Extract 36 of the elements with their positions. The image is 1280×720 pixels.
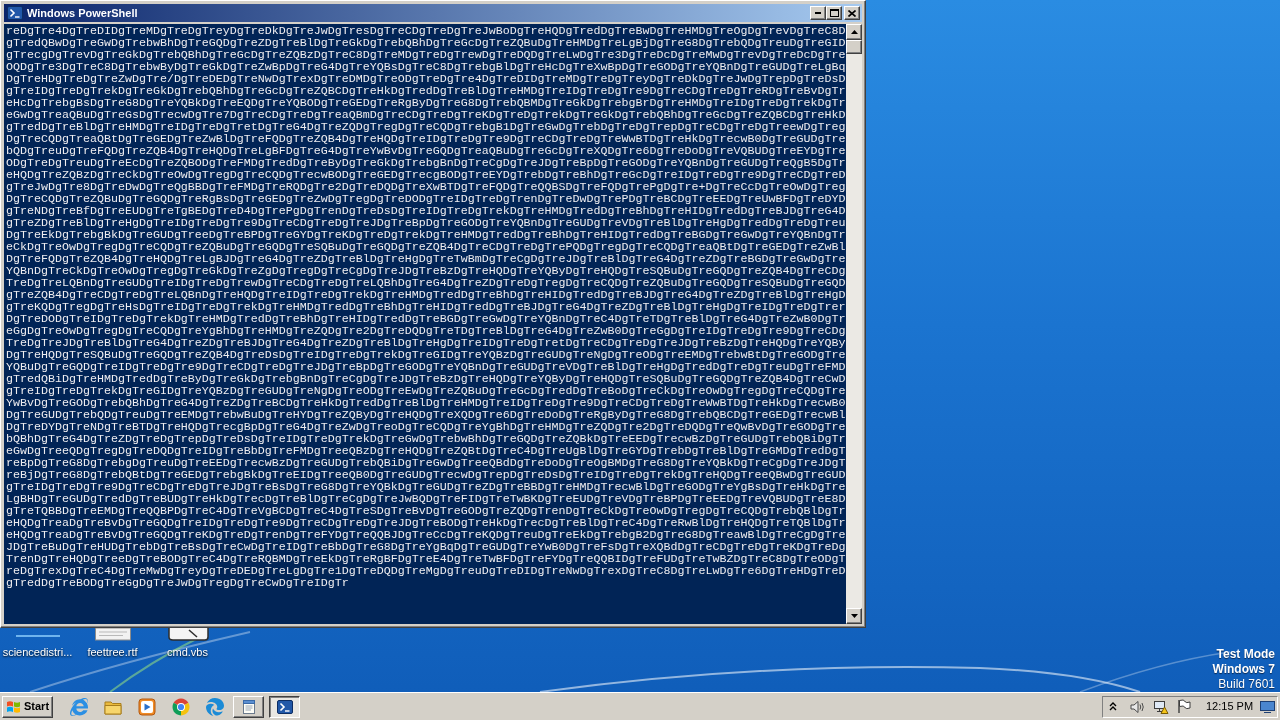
terminal-icon xyxy=(276,699,293,714)
monitor-icon[interactable] xyxy=(1260,700,1275,713)
console-output: reDgTre4DgTreDIDgTreMDgTreDgTreyDgTreDkDgTreJwDgTresDgTreCDgTreDgTreJwBoDgTreHQDgTredDgTreBwDgTreHMDgTreOgDgTrevDgTreC8D gTredQBwDgTreGwDgTrebwBhDgTreGQDgTreZDgTreBlDgTreGkDgTrebQBhDgTreGcDgTreZQBuDgTreHMDgTreLgBjDgTreG8DgTrebQDgTreuDgTreGID gTrecgDgTrevDgTreGkDgTrebQBhDgTreGcDgTreZQBzDgTreC8DgTreMDgTreDgTrewDgTreDQDgTreLwDgTre3DgTreDcDgTreMwDgTrevDgTreDcDgTre OQDgTre3DgTreC8DgTrebwByDgTreGkDgTreZwBpDgTreG4DgTreYQBsDgTreC8DgTrebgBlDgTreHcDgTreXwBpDgTreGODgTreYQBnDgTreGUDgTreLgBq DgTreHDgTreDgTreZwDgTre/DgTreDEDgTreNwDgTrexDgTreDMDgTreODgTreDgTre4DgTreDIDgTreMDgTreDgTreyDgTreDkDgTreJwDgTrepDgTreDsD gTreIDgTreDgTrekDgTreGkDgTrebQBhDgTreGcDgTreZQBCDgTreHkDgTredDgTreBlDgTreHMDgTreIDgTreDgTre9DgTreCDgTreDgTreRDgTreBvDgTr eHcDgTrebgBsDgTreG8DgTreYQBkDgTreEQDgTreYQBODgTreGEDgTreRgByDgTreG8DgTrebQBMDgTreGkDgTrebgBrDgTreHMDgTreIDgTreDgTrekDgTr eGwDgTreaQBuDgTreGsDgTrecwDgTre7DgTreCDgTreDgTreaQBmDgTreCDgTreDgTreKDgTreDgTrekDgTreGkDgTrebQBhDgTreGcDgTreZQBCDgTreHkD gTredDgTreBlDgTreHMDgTreIDgTreDgTretDgTreG4DgTreZQDgTregDgTreCQDgTrebgB1DgTreGwDgTrebDgTreDgTrepDgTreCDgTreDgTreewDgTreg DgTreCQDgTreaQBtDgTreGEDgTreZwBlDgTreFQDgTreZQB4DgTreHQDgTreIDgTreDgTre9DgTreCDgTreDgTreWwBTDgTreHkDgTrecwB0DgTreGUDgTre bQDgTreuDgTreFQDgTreZQB4DgTreHQDgTreLgBFDgTreG4DgTreYwBvDgTreGQDgTreaQBuDgTreGcDgTreXQDgTre6DgTreDoDgTreVQBUDgTreEYDgTre ODgTreDgTreuDgTreEcDgTreZQBODgTreFMDgTredDgTreByDgTreGkDgTrebgBnDgTreCgDgTreJDgTreBpDgTreGODgTreYQBnDgTreGUDgTreQgB5DgTr eHQDgTreZQBzDgTreCkDgTreOwDgTregDgTreCQDgTrecwBODgTreGEDgTrecgBODgTreEYDgTrebDgTreBhDgTreGcDgTreIDgTreDgTre9DgTreCDgTreD gTreJwDgTre8DgTreDwDgTreQgBBDgTreFMDgTreRQDgTre2DgTreDQDgTreXwBTDgTreFQDgTreQQBSDgTreFQDgTrePgDgTre+DgTreCcDgTreOwDgTreg DgTreCQDgTreZQBuDgTreGQDgTreRgBsDgTreGEDgTreZwDgTregDgTreDODgTreIDgTreDgTrenDgTreDwDgTrePDgTreBCDgTreEEDgTreUwBFDgTreDYD gTreNDgTreBfDgTreEUDgTreTgBEDgTreD4DgTrePgDgTrenDgTreDsDgTreIDgTreDgTrekDgTreHMDgTredDgTreBhDgTreHIDgTredDgTreBJDgTreG4D gTreZDgTreBlDgTreHgDgTreIDgTreDgTre9DgTreCDgTreDgTreJDgTreBpDgTreGODgTreYQBnDgTreGUDgTreVDgTreBlDgTreHgDgTredDgTreDgTreu DgTreEkDgTrebgBkDgTreGUDgTreeDgTreBPDgTreGYDgTreKDgTreDgTrekDgTreHMDgTredDgTreBhDgTreHIDgTredDgTreBGDgTreGwDgTreYQBnDgTr eCkDgTreOwDgTregDgTreCQDgTreZQBuDgTreGQDgTreSQBuDgTreGQDgTreZQB4DgTreCDgTreDgTrePQDgTregDgTreCQDgTreaQBtDgTreGEDgTreZwBl DgTreFQDgTreZQB4DgTreHQDgTreLgBJDgTreG4DgTreZDgTreBlDgTreHgDgTreTwBmDgTreCgDgTreJDgTreBlDgTreG4DgTreZDgTreBGDgTreGwDgTre YQBnDgTreCkDgTreOwDgTregDgTreGkDgTreZgDgTregDgTreCgDgTreJDgTreBzDgTreHQDgTreYQByDgTreHQDgTreSQBuDgTreGQDgTreZQB4DgTreCDg TreDgTreLQBnDgTreGUDgTreIDgTreDgTrewDgTreCDgTreDgTreLQBhDgTreG4DgTreZDgTreDgTregDgTreCQDgTreZQBuDgTreGQDgTreSQBuDgTreGQD gTreZQB4DgTreCDgTreDgTreLQBnDgTreHQDgTreIDgTreDgTrekDgTreHMDgTredDgTreBhDgTreHIDgTredDgTreBJDgTreG4DgTreZDgTreBlDgTreHgD gTreKQDgTregDgTreHsDgTreIDgTreDgTrekDgTreHMDgTredDgTreBhDgTreHIDgTredDgTreBJDgTreG4DgTreZDgTreBlDgTreHgDgTreIDgTreDgTrer DgTreDODgTreIDgTreDgTrekDgTreHMDgTredDgTreBhDgTreHIDgTredDgTreBGDgTreGwDgTreYQBnDgTreC4DgTreTDgTreBlDgTreG4DgTreZwB0DgTr eGgDgTreOwDgTregDgTreCQDgTreYgBhDgTreHMDgTreZQDgTre2DgTreDQDgTreTDgTreBlDgTreG4DgTreZwB0DgTreGgDgTreIDgTreDgTre9DgTreCDg TreDgTreJDgTreBlDgTreG4DgTreZDgTreBJDgTreG4DgTreZDgTreBlDgTreHgDgTreIDgTreDgTretDgTreCDgTreDgTreJDgTreBzDgTreHQDgTreYQBy DgTreHQDgTreSQBuDgTreGQDgTreZQB4DgTreDsDgTreIDgTreDgTrekDgTreGIDgTreYQBzDgTreGUDgTreNgDgTreODgTreEMDgTrebwBtDgTreGODgTre YQBuDgTreGQDgTreIDgTreDgTre9DgTreCDgTreDgTreJDgTreBpDgTreGODgTreYQBnDgTreGUDgTreVDgTreBlDgTreHgDgTredDgTreDgTreuDgTreFMD gTredQBiDgTreHMDgTredDgTreByDgTreGkDgTrebgBnDgTreCgDgTreJDgTreBzDgTreHQDgTreYQByDgTreHQDgTreSQBuDgTreGQDgTreZQB4DgTreCwD gTreIDgTreDgTrekDgTreGIDgTreYQBzDgTreGUDgTreNgDgTreODgTreEwDgTreZQBuDgTreGcDgTredDgTreBoDgTreCkDgTreOwDgTregDgTreCQDgTre YwBvDgTreGODgTrebQBhDgTreG4DgTreZDgTreBCDgTreHkDgTredDgTreBlDgTreHMDgTreIDgTreDgTre9DgTreCDgTreDgTreWwBTDgTreHkDgTrecwB0 DgTreGUDgTrebQDgTreuDgTreEMDgTrebwBuDgTreHYDgTreZQByDgTreHQDgTreXQDgTre6DgTreDoDgTreRgByDgTreG8DgTrebQBCDgTreGEDgTrecwBl DgTreDYDgTreNDgTreBTDgTreHQDgTrecgBpDgTreG4DgTreZwDgTreoDgTreCQDgTreYgBhDgTreHMDgTreZQDgTre2DgTreDQDgTreQwBvDgTreGODgTre bQBhDgTreG4DgTreZDgTreDgTrepDgTreDsDgTreIDgTreDgTrekDgTreGwDgTrebwBhDgTreGQDgTreZQBkDgTreEEDgTrecwBzDgTreGUDgTrebQBiDgTr eGwDgTreeQDgTregDgTreDQDgTreIDgTreBbDgTreFMDgTreeQBzDgTreHQDgTreZQBtDgTreC4DgTreUgBlDgTreGYDgTrebDgTreBlDgTreGMDgTredDgT reBpDgTreG8DgTrebgDgTreuDgTreEEDgTrecwBzDgTreGUDgTrebQBiDgTreGwDgTreeQBdDgTreDoDgTreOgBMDgTreG8DgTreYQBkDgTreCgDgTreJDgT reBjDgTreG8DgTrebQBtDgTreGEDgTrebgBkDgTreEIDgTreeQB0DgTreGUDgTrecwDgTrepDgTreDsDgTreIDgTreDgTrekDgTreHQDgTreeQBwDgTreGUD gTreIDgTreDgTre9DgTreCDgTreDgTreJDgTreBsDgTreG8DgTreYQBkDgTreGUDgTreZDgTreBBDgTreHMDgTrecwBlDgTreGODgTreYgBsDgTreHkDgTre LgBHDgTreGUDgTredDgTreBUDgTreHkDgTrecDgTreBlDgTreCgDgTreJwBQDgTreFIDgTreTwBKDgTreEUDgTreVDgTreBPDgTreEEDgTreVQBUDgTreE8D gTreTQBBDgTreEMDgTreQQBPDgTreC4DgTreVgBCDgTreC4DgTreSDgTreBvDgTreGODgTreZQDgTrenDgTreCkDgTreOwDgTregDgTreCQDgTrebQBlDgTr eHQDgTreaDgTreBvDgTreGQDgTreIDgTreDgTre9DgTreCDgTreDgTreJDgTreBODgTreHkDgTrecDgTreBlDgTreC4DgTreRwBlDgTreHQDgTreTQBlDgTr eHQDgTreaDgTreBvDgTreGQDgTreKDgTreDgTrenDgTreFYDgTreQQBJDgTreCcDgTreKQDgTreuDgTreEkDgTrebgB2DgTreG8DgTreawBlDgTreCgDgTre JDgTreBuDgTreHUDgTrebDgTreBsDgTreCwDgTreIDgTreBbDgTreG8DgTreYgBqDgTreGUDgTreYwB0DgTreFsDgTreXQBdDgTreCDgTreDgTreKDgTreDg TrenDgTreHQDgTreeDgTreBODgTreC4DgTreRQBMDgTreEkDgTreRgBFDgTreE4DgTreTwBFDgTreFYDgTreQQBIDgTreFUDgTreTwBZDgTreC8DgTreODgT reDgTrexDgTreC4DgTreMwDgTreyDgTreDEDgTreLgDgTre1DgTreDQDgTreMgDgTreuDgTreDIDgTreNwDgTrexDgTreC8DgTreLwDgTre6DgTreHDgTreD gTredDgTreBODgTreGgDgTreJwDgTregDgTreCwDgTreIDgTr xyxy=(6,25,846,589)
os-notice-text: Windows 7 xyxy=(1212,662,1275,677)
scroll-down-button[interactable] xyxy=(846,608,862,624)
maximize-icon xyxy=(829,9,839,17)
caret-up-icon xyxy=(850,30,858,34)
close-button[interactable] xyxy=(844,6,860,20)
terminal-icon xyxy=(7,6,23,20)
chrome-icon[interactable] xyxy=(172,697,190,716)
document-icon[interactable] xyxy=(94,628,131,641)
media-player-icon[interactable] xyxy=(138,697,156,716)
desktop-icon-label[interactable]: feettree.rtf xyxy=(87,646,138,659)
scrollbar-thumb[interactable] xyxy=(846,40,862,54)
taskbar-button[interactable] xyxy=(269,695,300,718)
flag-logo-icon xyxy=(6,699,21,714)
desktop-icon-label[interactable]: sciencedistri... xyxy=(2,646,73,659)
minimize-icon xyxy=(815,12,821,14)
flag-icon[interactable] xyxy=(1177,699,1191,714)
close-icon xyxy=(848,9,856,17)
maximize-button[interactable] xyxy=(826,6,842,20)
desktop-icon-label[interactable]: cmd.vbs xyxy=(167,646,208,659)
start-button[interactable]: Start xyxy=(2,695,53,718)
minimize-button[interactable] xyxy=(810,6,826,20)
speaker-icon[interactable] xyxy=(1130,699,1145,714)
scroll-up-button[interactable] xyxy=(846,24,862,40)
folder-icon[interactable] xyxy=(104,698,122,715)
chevron-up-icon[interactable] xyxy=(1109,702,1117,711)
os-notice-text: Build 7601 xyxy=(1218,677,1275,692)
script-icon[interactable] xyxy=(166,628,209,641)
caret-down-icon xyxy=(850,614,858,618)
window-title: Windows PowerShell xyxy=(27,6,138,20)
os-notice-text: Test Mode xyxy=(1216,647,1275,662)
clock-time[interactable]: 12:15 PM xyxy=(1206,700,1254,713)
notepad-icon xyxy=(240,698,257,715)
network-icon[interactable] xyxy=(1153,698,1169,715)
